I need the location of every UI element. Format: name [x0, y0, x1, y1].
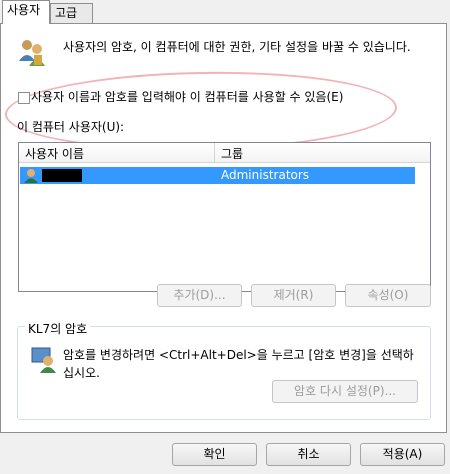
tab-users[interactable]: 사용자 — [2, 0, 50, 24]
users-list-label: 이 컴퓨터 사용자(U): — [17, 120, 125, 134]
apply-button[interactable]: 적용(A) — [360, 443, 445, 466]
user-icon — [24, 169, 38, 183]
column-group[interactable]: 그룹 — [221, 145, 243, 162]
cancel-button[interactable]: 취소 — [266, 443, 351, 466]
must-enter-label[interactable]: 사용자 이름과 암호를 입력해야 이 컴퓨터를 사용할 수 있음(E) — [31, 88, 343, 105]
users-panel: 사용자의 암호, 이 컴퓨터에 대한 권한, 기타 설정을 바꿀 수 있습니다.… — [0, 23, 447, 433]
add-button[interactable]: 추가(D)... — [157, 284, 242, 307]
remove-button[interactable]: 제거(R) — [251, 284, 336, 307]
reset-password-button[interactable]: 암호 다시 설정(P)... — [272, 380, 418, 403]
ok-button[interactable]: 확인 — [172, 443, 257, 466]
password-group-title: KL7의 암호 — [25, 320, 91, 337]
users-icon — [19, 40, 45, 66]
tab-advanced[interactable]: 고급 — [50, 3, 93, 23]
list-header: 사용자 이름 그룹 — [19, 143, 430, 163]
annotation-ellipse — [4, 68, 398, 154]
properties-button[interactable]: 속성(O) — [345, 284, 431, 307]
password-instructions: 암호를 변경하려면 <Ctrl+Alt+Del>을 누르고 [암호 변경]을 선… — [63, 348, 414, 380]
must-enter-checkbox[interactable] — [18, 92, 30, 104]
tab-bar: 사용자 고급 — [0, 0, 450, 24]
users-listview[interactable]: 사용자 이름 그룹 Administrators — [18, 142, 431, 292]
column-username[interactable]: 사용자 이름 — [25, 145, 84, 162]
description-text: 사용자의 암호, 이 컴퓨터에 대한 권한, 기타 설정을 바꿀 수 있습니다. — [63, 40, 411, 54]
redacted-username — [42, 169, 82, 182]
password-user-icon — [31, 347, 56, 373]
row-group: Administrators — [221, 168, 310, 182]
table-row[interactable]: Administrators — [20, 167, 415, 184]
